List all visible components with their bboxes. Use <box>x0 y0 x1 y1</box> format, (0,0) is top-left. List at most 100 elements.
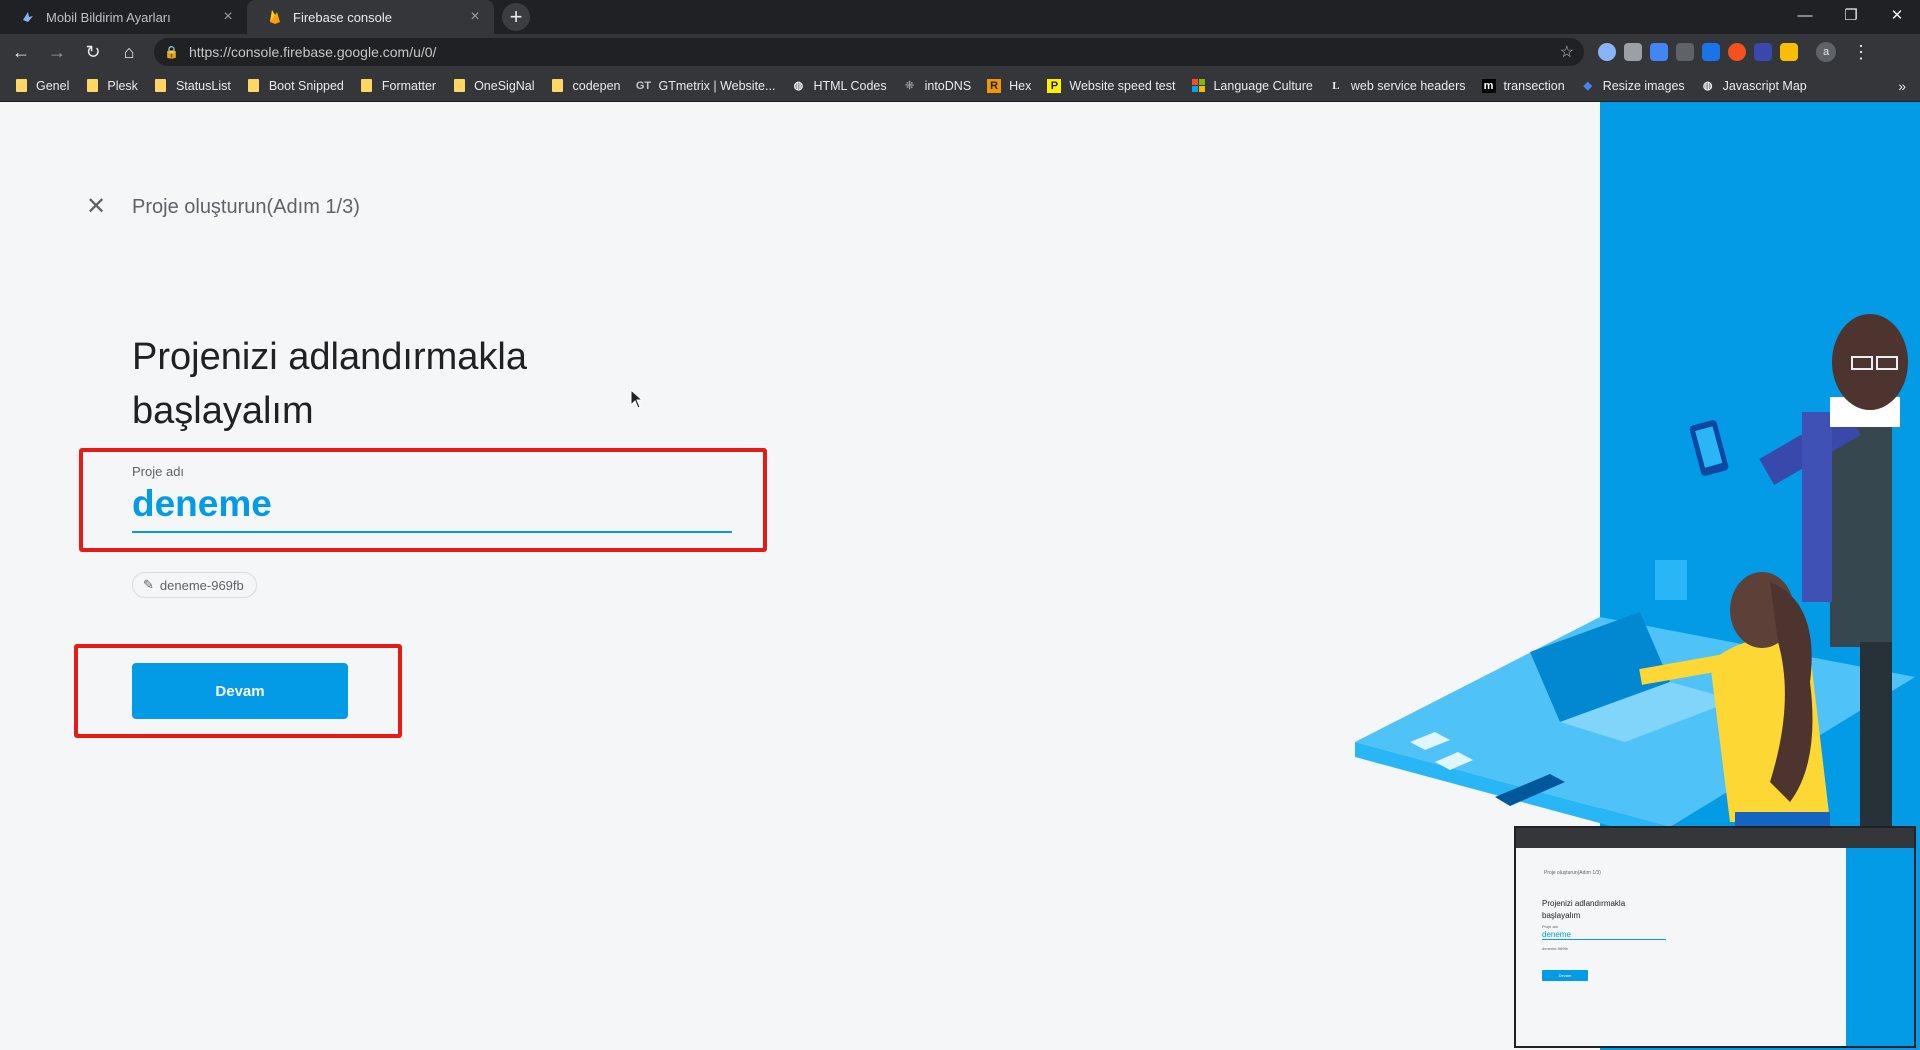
address-bar[interactable]: 🔒 https://console.firebase.google.com/u/… <box>154 38 1584 66</box>
bookmark-language-culture[interactable]: Language Culture <box>1191 79 1313 93</box>
reload-icon[interactable]: ↻ <box>78 37 108 67</box>
firebase-create-project-page: ✕ Proje oluşturun(Adım 1/3) Projenizi ad… <box>0 102 1920 1050</box>
extension-icon[interactable] <box>1754 43 1772 61</box>
url-text: https://console.firebase.google.com/u/0/ <box>188 44 437 60</box>
bookmark-label: OneSigNal <box>474 78 535 93</box>
bookmark-intodns[interactable]: ⁜ intoDNS <box>903 78 972 93</box>
page-title-line2: başlayalım <box>132 390 314 432</box>
bookmark-plesk[interactable]: Plesk <box>85 79 138 93</box>
camera-icon[interactable] <box>1624 43 1642 61</box>
resize-icon: ◆ <box>1583 80 1592 92</box>
close-icon[interactable]: ✕ <box>84 195 108 219</box>
profile-avatar[interactable]: a <box>1816 42 1836 62</box>
windows-icon <box>1191 79 1205 93</box>
thumbnail-heading-line1: Projenizi adlandırmakla <box>1542 899 1626 908</box>
thumbnail-project-id: deneme-969fb <box>1542 946 1568 951</box>
bookmark-statuslist[interactable]: StatusList <box>154 79 231 93</box>
thumbnail-blue-panel <box>1846 848 1914 1046</box>
bookmark-star-icon[interactable]: ☆ <box>1560 42 1574 62</box>
bookmark-boot-snipped[interactable]: Boot Snipped <box>247 79 344 93</box>
bookmark-label: intoDNS <box>924 78 972 93</box>
folder-icon <box>85 79 99 93</box>
new-tab-button[interactable]: + <box>502 3 530 31</box>
bookmark-javascript-map[interactable]: ◍ Javascript Map <box>1701 79 1807 93</box>
bookmark-onesignal[interactable]: OneSigNal <box>452 78 535 93</box>
bookmark-transection[interactable]: m transection <box>1481 78 1565 93</box>
annotation-highlight-box <box>79 448 767 552</box>
extension-icon[interactable] <box>1780 43 1798 61</box>
bookmarks-bar: Genel Plesk StatusList Boot Snipped Form… <box>0 70 1920 102</box>
page-title: Projenizi adlandırmakla başlayalım <box>132 330 632 438</box>
gtmetrix-icon: GT <box>635 79 652 92</box>
extension-icon[interactable] <box>1598 43 1616 61</box>
home-icon[interactable]: ⌂ <box>114 37 144 67</box>
mouse-cursor-icon <box>630 389 644 409</box>
bookmark-hex[interactable]: R Hex <box>987 78 1032 93</box>
bookmark-html-codes[interactable]: ◍ HTML Codes <box>791 78 887 93</box>
forward-icon[interactable]: → <box>42 37 72 67</box>
folder-icon <box>360 79 374 93</box>
tab-firebase-console[interactable]: Firebase console × <box>247 0 494 34</box>
globe-icon: ◍ <box>793 80 804 92</box>
thumbnail-continue-button: Devam <box>1542 970 1588 981</box>
bookmark-label: codepen <box>572 78 621 93</box>
bookmark-label: Plesk <box>107 78 138 93</box>
close-window-icon[interactable]: ✕ <box>1874 0 1920 30</box>
step-title: Proje oluşturun(Adım 1/3) <box>132 196 360 218</box>
close-tab-icon[interactable]: × <box>466 8 484 26</box>
dns-icon: ⁜ <box>905 80 915 92</box>
extension-icon[interactable] <box>1650 43 1668 61</box>
lock-icon: 🔒 <box>164 45 179 59</box>
tab-strip: Mobil Bildirim Ayarları × Firebase conso… <box>0 0 1920 34</box>
chevron-more-icon[interactable]: » <box>1898 78 1906 94</box>
bookmark-web-service-headers[interactable]: Lweb service headers <box>1329 78 1466 93</box>
menu-icon[interactable]: ⋮ <box>1852 42 1870 63</box>
extension-icon[interactable] <box>1702 43 1720 61</box>
extension-icon[interactable] <box>1728 43 1746 61</box>
extensions-area <box>1594 43 1802 61</box>
bird-icon <box>20 9 36 25</box>
bookmark-resize-images[interactable]: ◆ Resize images <box>1581 78 1685 93</box>
page-title-line1: Projenizi adlandırmakla <box>132 336 527 378</box>
project-id-chip[interactable]: ✎ deneme-969fb <box>132 572 257 598</box>
bookmark-gtmetrix[interactable]: GT GTmetrix | Website... <box>635 78 776 93</box>
folder-icon <box>14 79 28 93</box>
bookmark-codepen[interactable]: codepen <box>551 79 621 93</box>
folder-icon <box>247 79 261 93</box>
thumbnail-step-title: Proje oluşturun(Adım 1/3) <box>1544 870 1601 876</box>
firebase-flame-icon <box>267 9 283 25</box>
close-tab-icon[interactable]: × <box>219 8 237 26</box>
window-controls: — ❐ ✕ <box>1782 0 1920 30</box>
bookmark-label: StatusList <box>175 78 231 93</box>
annotation-highlight-box <box>74 644 402 738</box>
bookmark-label: web service headers <box>1350 78 1466 93</box>
bookmark-website-speed-test[interactable]: P Website speed test <box>1047 78 1175 93</box>
tab-mobil-bildirim[interactable]: Mobil Bildirim Ayarları × <box>0 0 247 34</box>
back-icon[interactable]: ← <box>6 37 36 67</box>
bookmark-label: Resize images <box>1602 78 1685 93</box>
bookmark-label: GTmetrix | Website... <box>658 78 776 93</box>
bookmark-formatter[interactable]: Formatter <box>360 79 436 93</box>
browser-toolbar: ← → ↻ ⌂ 🔒 https://console.firebase.googl… <box>0 34 1920 70</box>
screen-preview-thumbnail: Proje oluşturun(Adım 1/3) Projenizi adla… <box>1514 826 1916 1048</box>
extension-icon[interactable] <box>1676 43 1694 61</box>
developers-illustration <box>1355 314 1915 922</box>
thumbnail-heading-line2: başlayalım <box>1542 911 1581 920</box>
pingdom-icon: P <box>1047 78 1062 93</box>
restore-icon[interactable]: ❐ <box>1828 0 1874 30</box>
bookmark-label: Hex <box>1009 78 1032 93</box>
folder-icon <box>551 79 565 93</box>
bookmark-label: Genel <box>36 78 70 93</box>
tab-title: Mobil Bildirim Ayarları <box>46 9 171 25</box>
bookmark-label: transection <box>1503 78 1565 93</box>
thumbnail-heading: Projenizi adlandırmakla başlayalım <box>1542 898 1662 922</box>
bookmark-label: HTML Codes <box>813 78 887 93</box>
minimize-icon[interactable]: — <box>1782 0 1828 30</box>
bookmark-genel[interactable]: Genel <box>14 79 69 93</box>
project-id-text: deneme-969fb <box>159 577 244 593</box>
thumbnail-browser-chrome <box>1516 828 1914 848</box>
m-icon: m <box>1481 78 1496 93</box>
bookmark-label: Boot Snipped <box>268 78 344 93</box>
bookmark-label: Javascript Map <box>1722 78 1807 93</box>
folder-icon <box>452 79 466 93</box>
